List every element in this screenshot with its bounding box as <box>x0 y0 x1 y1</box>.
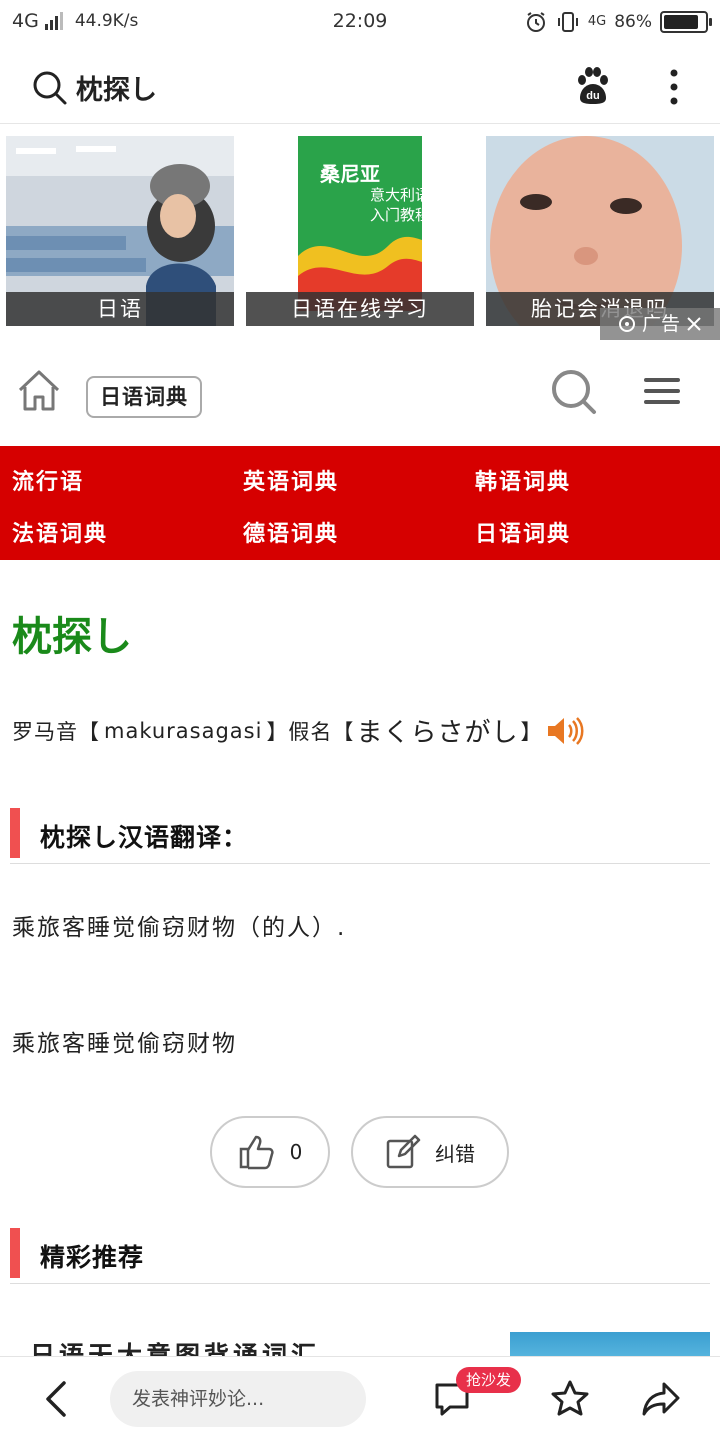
status-bar: 4G 44.9K/s 22:09 4G 86% <box>0 0 720 48</box>
ad-label-text: 广告 <box>641 313 680 335</box>
book-title-3: 入门教程 <box>370 206 431 224</box>
translation-section-header: 枕探し汉语翻译： <box>10 808 710 864</box>
nav-item-korean[interactable]: 韩语词典 <box>475 464 571 496</box>
baidu-paw-icon[interactable]: du <box>574 66 612 106</box>
kana-value: まくらさがし <box>356 718 519 748</box>
dictionary-nav: 流行语 英语词典 韩语词典 法语词典 德语词典 日语词典 <box>0 446 720 560</box>
section-accent-bar <box>10 1228 20 1278</box>
ad-strip: 日语 桑尼亚 意大利语 入门教程 日语在线学习 胎记会消退吗 广告 <box>0 124 720 342</box>
correct-label: 纠错 <box>435 1141 475 1166</box>
bottom-toolbar: 发表神评妙论... 抢沙发 <box>0 1356 720 1440</box>
kana-close: 】 <box>520 719 543 744</box>
nav-item-japanese[interactable]: 日语词典 <box>475 516 571 548</box>
ad-label[interactable]: 广告 <box>600 308 720 340</box>
sofa-badge[interactable]: 抢沙发 <box>456 1367 522 1393</box>
share-icon[interactable] <box>640 1379 682 1419</box>
home-icon[interactable] <box>16 368 62 412</box>
speaker-icon[interactable] <box>546 716 584 746</box>
nav-item-french[interactable]: 法语词典 <box>12 516 108 548</box>
word-title: 枕探し <box>12 614 132 660</box>
svg-text:du: du <box>586 90 599 102</box>
book-title-2: 意大利语 <box>370 186 431 204</box>
network-type-2: 4G <box>587 14 607 29</box>
recommend-item-title[interactable]: 日语天大意图背诵词汇 <box>30 1336 490 1358</box>
battery-percent: 86% <box>614 12 652 32</box>
ad-caption: 日语在线学习 <box>246 292 474 326</box>
browser-search-bar[interactable]: 枕探し du <box>0 48 720 124</box>
nav-item-english[interactable]: 英语词典 <box>243 464 339 496</box>
thumbs-up-icon <box>239 1135 274 1170</box>
battery-icon <box>660 11 712 33</box>
vibrate-icon <box>557 12 578 32</box>
status-right: 4G 86% <box>524 10 712 34</box>
menu-icon[interactable] <box>644 376 680 406</box>
star-icon[interactable] <box>550 1379 590 1419</box>
search-query[interactable]: 枕探し <box>76 68 157 107</box>
site-search-icon[interactable] <box>550 368 598 416</box>
ad-card[interactable]: 胎记会消退吗 <box>486 136 714 326</box>
ad-card[interactable]: 日语 <box>6 136 234 326</box>
pronunciation-line: 罗马音【 makurasagasi 】假名【 まくらさがし 】 <box>12 712 584 749</box>
ad-info-icon <box>618 316 635 332</box>
kana-label: 】假名【 <box>266 719 355 744</box>
section-title: 精彩推荐 <box>40 1243 145 1272</box>
like-count: 0 <box>289 1140 303 1164</box>
correct-button[interactable]: 纠错 <box>351 1116 509 1188</box>
recommend-section-header: 精彩推荐 <box>10 1228 710 1284</box>
close-icon[interactable] <box>686 316 702 332</box>
ad-caption: 日语 <box>6 292 234 326</box>
edit-icon <box>386 1134 421 1169</box>
battery-fill <box>664 15 699 29</box>
like-button[interactable]: 0 <box>210 1116 330 1188</box>
alarm-icon <box>526 12 545 32</box>
section-title: 枕探し汉语翻译： <box>40 823 249 852</box>
romaji-value: makurasagasi <box>104 718 263 743</box>
ad-card[interactable]: 桑尼亚 意大利语 入门教程 日语在线学习 <box>246 136 474 326</box>
dictionary-badge[interactable]: 日语词典 <box>86 376 202 418</box>
nav-item-slang[interactable]: 流行语 <box>12 464 84 496</box>
search-icon[interactable] <box>32 70 68 106</box>
more-icon[interactable] <box>668 68 680 106</box>
meaning-text: 乘旅客睡觉偷窃财物 <box>12 1031 237 1057</box>
back-icon[interactable] <box>42 1379 72 1419</box>
book-title-1: 桑尼亚 <box>320 162 380 186</box>
meaning-text: 乘旅客睡觉偷窃财物（的人）. <box>12 915 347 941</box>
site-header: 日语词典 <box>0 344 720 444</box>
comment-input[interactable]: 发表神评妙论... <box>110 1371 366 1427</box>
section-accent-bar <box>10 808 20 858</box>
romaji-label: 罗马音【 <box>12 719 100 744</box>
nav-item-german[interactable]: 德语词典 <box>243 516 339 548</box>
